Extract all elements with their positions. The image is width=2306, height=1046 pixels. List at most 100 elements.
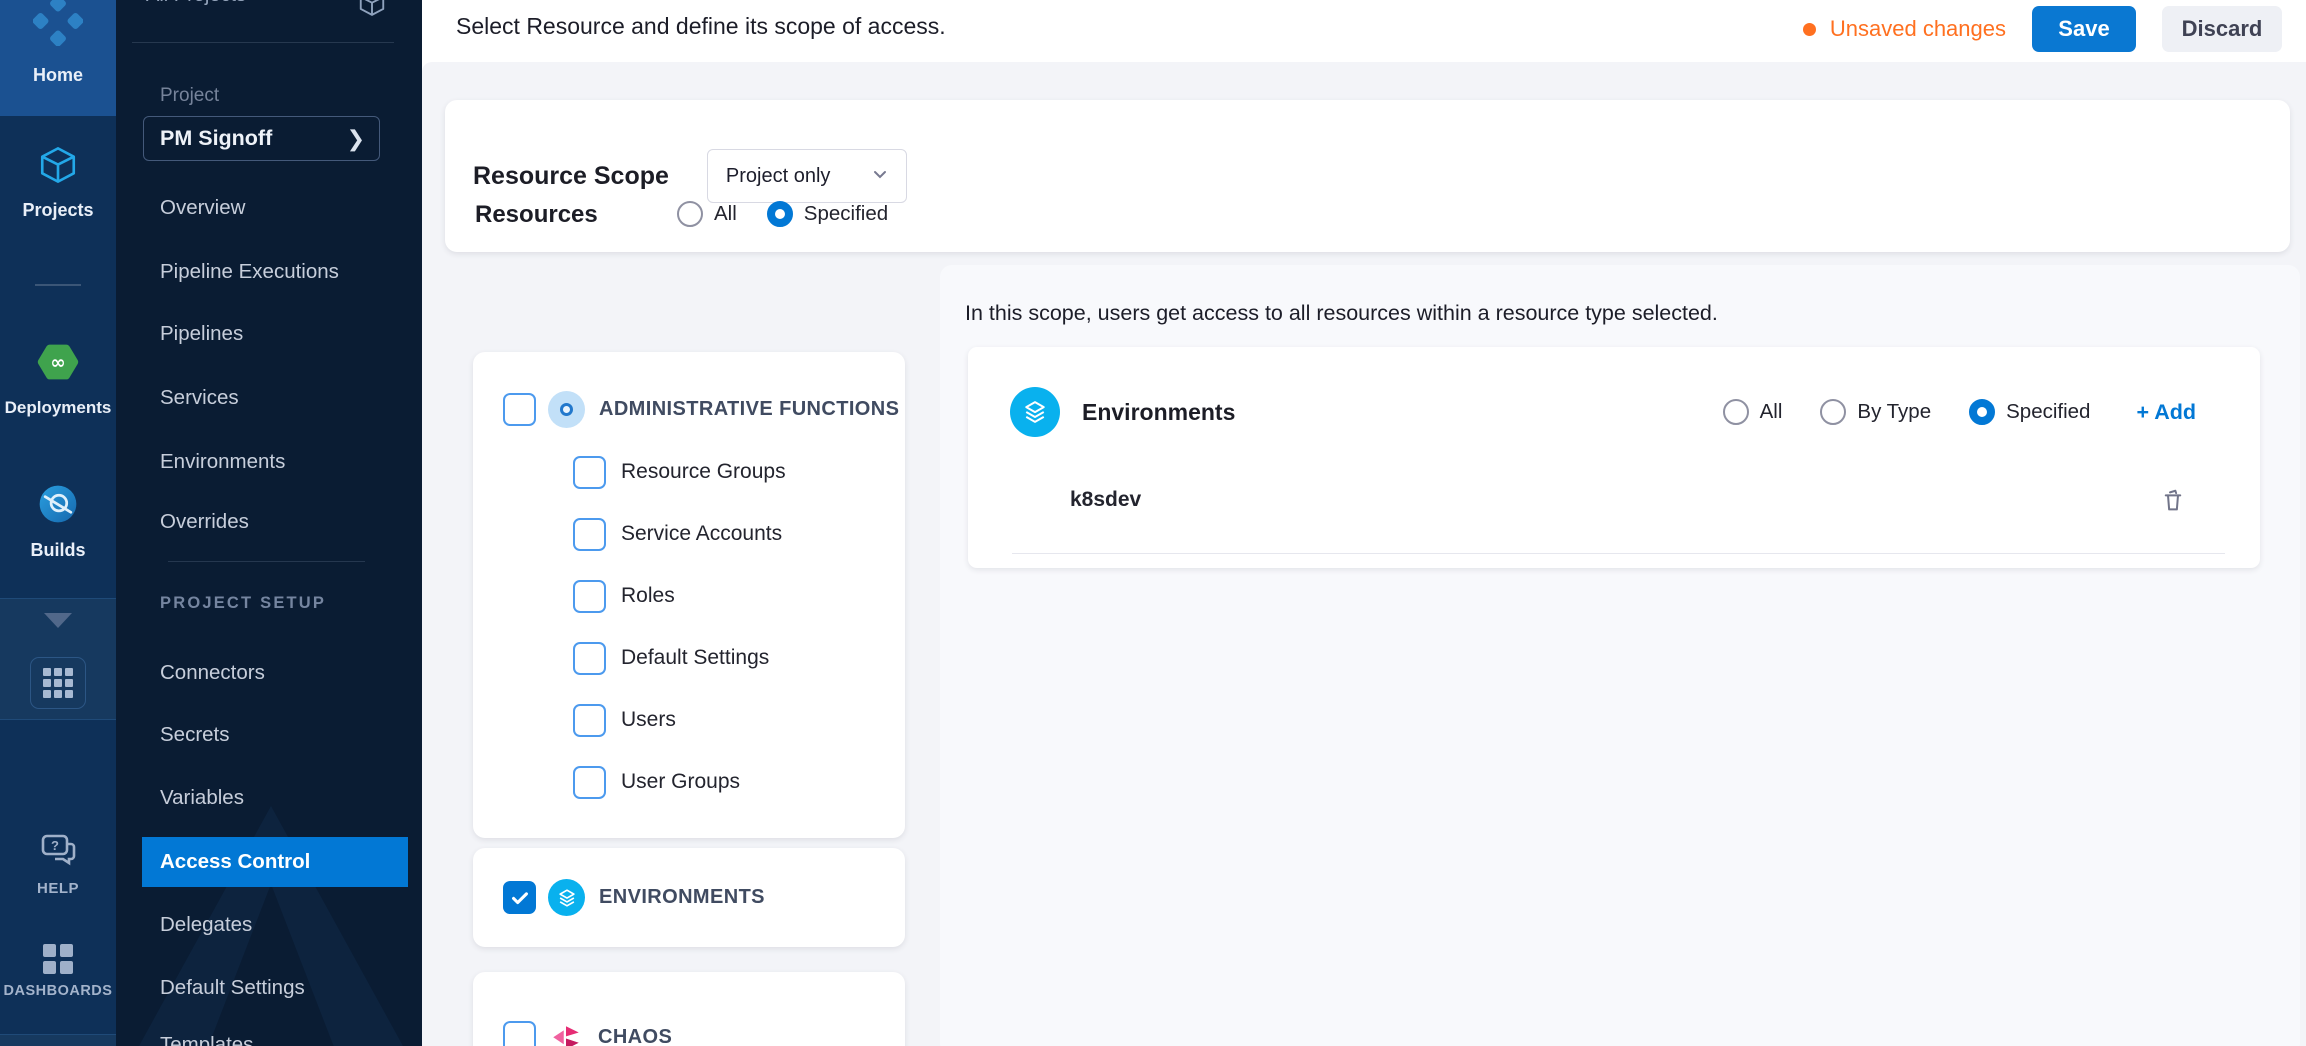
project-setup-section-label: PROJECT SETUP (160, 594, 326, 613)
svg-text:?: ? (51, 838, 59, 853)
sidebar-item-overrides[interactable]: Overrides (116, 505, 422, 539)
discard-button[interactable]: Discard (2162, 6, 2282, 52)
users-row: Users (473, 689, 905, 751)
resource-detail-panel: In this scope, users get access to all r… (940, 265, 2300, 1046)
module-grid-button[interactable] (30, 657, 86, 709)
rail-item-dashboards[interactable]: DASHBOARDS (0, 944, 116, 999)
collapse-chevron-icon[interactable] (44, 613, 72, 628)
sidebar-item-pipelines[interactable]: Pipelines (116, 317, 422, 351)
resource-scope-value: Project only (726, 165, 870, 188)
topbar-actions: Unsaved changes Save Discard (1803, 0, 2282, 58)
radio-icon (677, 201, 703, 227)
environments-detail-header: Environments All By Type (968, 347, 2260, 477)
row-divider (1012, 553, 2225, 554)
sidebar-item-default-settings[interactable]: Default Settings (116, 971, 422, 1005)
admin-functions-checkbox[interactable] (503, 393, 536, 426)
resources-title: Resources (475, 201, 598, 229)
environments-icon (548, 879, 585, 916)
rail-item-builds[interactable]: Builds (0, 482, 116, 561)
default-settings-row: Default Settings (473, 627, 905, 689)
sidebar-item-environments[interactable]: Environments (116, 445, 422, 479)
scope-cube-icon (357, 0, 387, 23)
users-label: Users (621, 708, 676, 732)
sidebar-item-access-control[interactable]: Access Control (142, 837, 408, 887)
roles-checkbox[interactable] (573, 580, 606, 613)
environments-detail-card: Environments All By Type (968, 347, 2260, 568)
sidebar-item-connectors[interactable]: Connectors (116, 656, 422, 690)
environments-detail-title: Environments (1082, 399, 1235, 426)
rail-label-builds: Builds (30, 540, 85, 561)
env-radio-by-type[interactable]: By Type (1820, 399, 1931, 425)
radio-icon (1820, 399, 1846, 425)
trash-icon[interactable] (2158, 485, 2188, 515)
env-radio-all[interactable]: All (1723, 399, 1783, 425)
project-name: PM Signoff (160, 126, 347, 151)
rail-item-projects[interactable]: Projects (0, 144, 116, 221)
resource-groups-checkbox[interactable] (573, 456, 606, 489)
resource-groups-row: Resource Groups (473, 441, 905, 503)
grid-icon (43, 668, 73, 698)
dropdown-chevron-icon (870, 164, 890, 189)
resource-scope-dropdown[interactable]: Project only (707, 149, 907, 203)
rail-label-deployments: Deployments (5, 398, 112, 418)
environments-checkbox[interactable] (503, 881, 536, 914)
admin-functions-card: ADMINISTRATIVE FUNCTIONS Resource Groups… (473, 352, 905, 838)
env-radio-specified[interactable]: Specified (1969, 399, 2090, 425)
service-accounts-checkbox[interactable] (573, 518, 606, 551)
chaos-type-card: CHAOS (473, 972, 905, 1046)
project-label: Project (160, 85, 219, 107)
resource-scope-title: Resource Scope (473, 162, 669, 191)
admin-functions-label: ADMINISTRATIVE FUNCTIONS (599, 398, 899, 421)
radio-label: Specified (804, 202, 888, 226)
environments-type-label: ENVIRONMENTS (599, 886, 765, 909)
resources-radio-all[interactable]: All (677, 201, 737, 227)
unsaved-changes-label: Unsaved changes (1830, 16, 2006, 42)
content-area: Resource Scope Project only Resources Al… (422, 62, 2306, 1046)
save-button[interactable]: Save (2032, 6, 2136, 52)
unsaved-changes-indicator: Unsaved changes (1803, 16, 2006, 42)
dashboards-icon (43, 944, 73, 974)
sidebar-item-pipeline-executions[interactable]: Pipeline Executions (116, 255, 422, 289)
user-groups-row: User Groups (473, 751, 905, 813)
sidebar-item-overview[interactable]: Overview (116, 191, 422, 225)
main-area: Select Resource and define its scope of … (422, 0, 2306, 1046)
chaos-icon (548, 1019, 584, 1046)
sidebar-item-delegates[interactable]: Delegates (116, 908, 422, 942)
chaos-checkbox[interactable] (503, 1021, 536, 1046)
project-selector[interactable]: PM Signoff ❯ (143, 116, 380, 161)
admin-functions-row: ADMINISTRATIVE FUNCTIONS (473, 382, 905, 436)
deployments-icon: ∞ (36, 340, 80, 389)
chevron-right-icon: ❯ (347, 126, 365, 152)
unsaved-dot-icon (1803, 23, 1816, 36)
rail-item-deployments[interactable]: ∞ Deployments (0, 340, 116, 418)
rail-label-dashboards: DASHBOARDS (4, 983, 113, 999)
scope-selector-partial[interactable]: All Projects (146, 0, 246, 7)
left-rail: Home Projects ∞ Deployments (0, 0, 116, 1046)
add-environment-link[interactable]: + Add (2136, 400, 2196, 425)
rail-item-home[interactable]: Home (0, 0, 116, 116)
topbar: Select Resource and define its scope of … (422, 0, 2306, 62)
sidebar-item-services[interactable]: Services (116, 381, 422, 415)
default-settings-checkbox[interactable] (573, 642, 606, 675)
rail-label-projects: Projects (22, 200, 93, 221)
resources-radio-specified[interactable]: Specified (767, 201, 888, 227)
sidebar-item-variables[interactable]: Variables (116, 781, 422, 815)
service-accounts-row: Service Accounts (473, 503, 905, 565)
rail-item-help[interactable]: ? HELP (0, 832, 116, 897)
radio-selected-icon (1969, 399, 1995, 425)
sidebar-item-templates[interactable]: Templates (116, 1028, 422, 1046)
scope-hint-text: In this scope, users get access to all r… (965, 301, 1718, 326)
sidebar-item-secrets[interactable]: Secrets (116, 718, 422, 752)
environments-radio-group: All By Type Specified + Add (1723, 399, 2196, 425)
radio-label: All (1760, 400, 1783, 424)
page-subtitle: Select Resource and define its scope of … (456, 13, 946, 40)
rail-label-help: HELP (37, 880, 79, 897)
project-sidebar: All Projects Project PM Signoff ❯ Overvi… (116, 0, 422, 1046)
service-accounts-label: Service Accounts (621, 522, 782, 546)
environments-type-card: ENVIRONMENTS (473, 848, 905, 947)
roles-label: Roles (621, 584, 675, 608)
user-groups-checkbox[interactable] (573, 766, 606, 799)
chaos-type-label: CHAOS (598, 1026, 672, 1046)
users-checkbox[interactable] (573, 704, 606, 737)
radio-label: All (714, 202, 737, 226)
